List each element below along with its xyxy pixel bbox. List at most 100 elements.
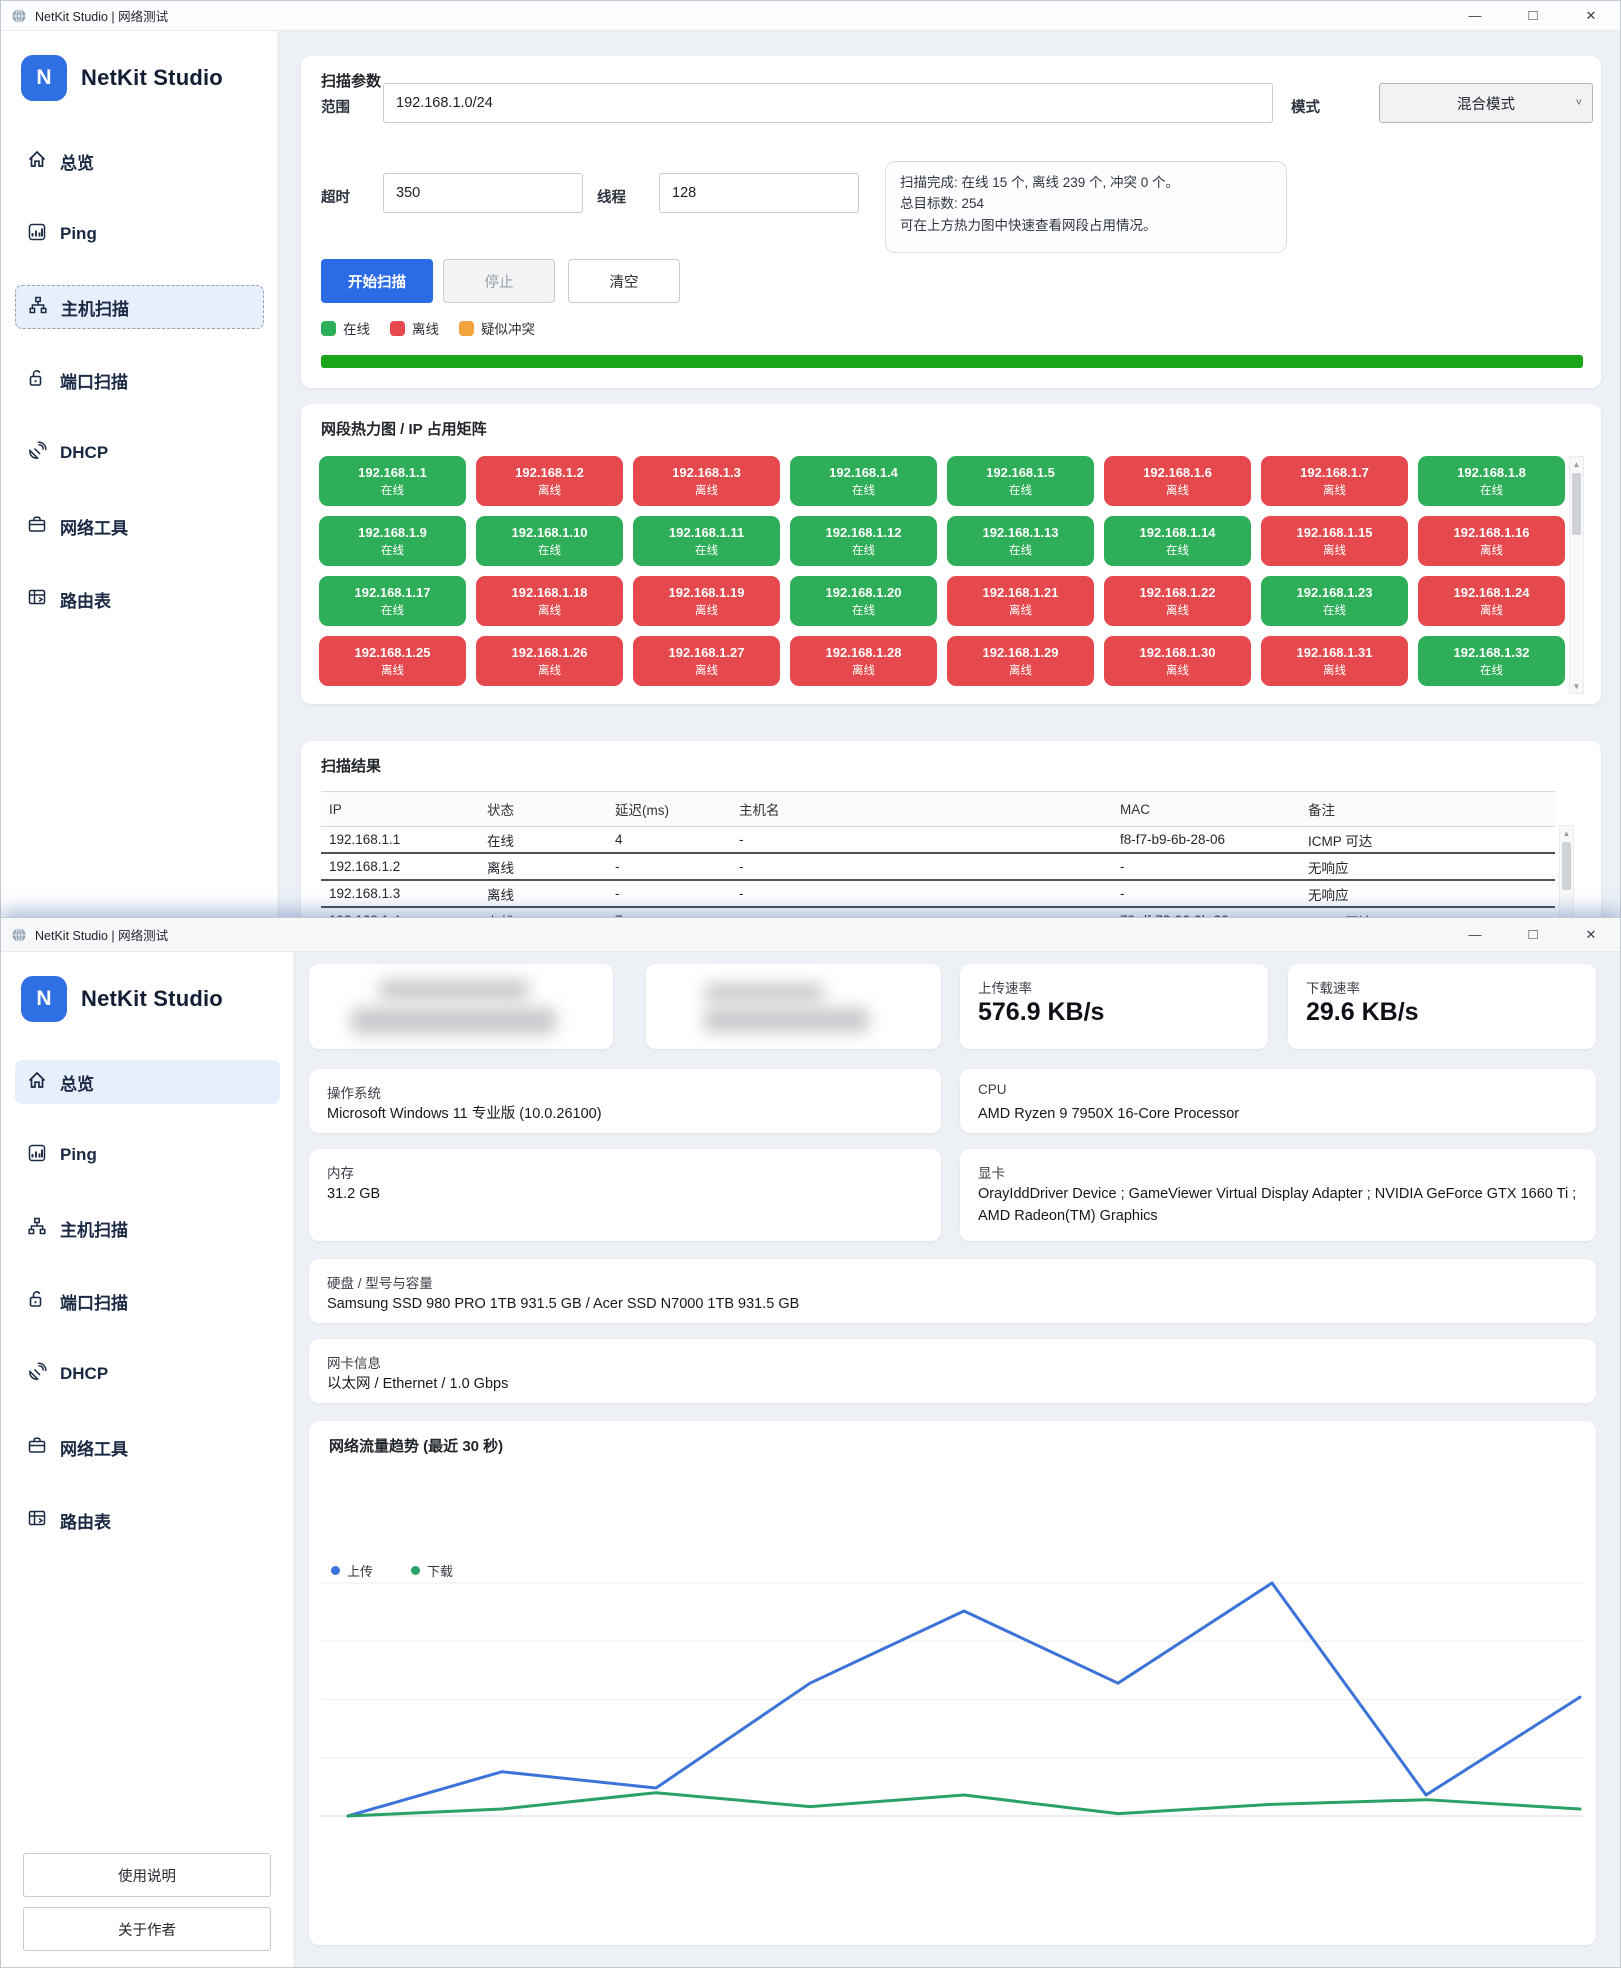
timeout-input[interactable] [383, 173, 583, 213]
sidebar-item-ping[interactable]: Ping [15, 212, 264, 256]
titlebar[interactable]: NetKit Studio | 网络测试 — □ ✕ [1, 1, 1620, 31]
clear-button[interactable]: 清空 [568, 259, 680, 303]
column-header[interactable]: 主机名 [731, 792, 1112, 827]
heatmap-cell[interactable]: 192.168.1.20在线 [790, 576, 937, 626]
scroll-up-icon[interactable]: ▲ [1560, 826, 1573, 840]
heatmap-cell[interactable]: 192.168.1.7离线 [1261, 456, 1408, 506]
column-header[interactable]: 备注 [1300, 792, 1555, 827]
close-button[interactable]: ✕ [1562, 1, 1620, 30]
heatmap-cell-status: 离线 [1480, 602, 1503, 618]
status-legend: 在线 离线 疑似冲突 [321, 318, 555, 338]
heatmap-cell-ip: 192.168.1.30 [1140, 645, 1216, 660]
heatmap-cell[interactable]: 192.168.1.22离线 [1104, 576, 1251, 626]
sidebar-item-label: Ping [60, 1145, 97, 1165]
heatmap-cell[interactable]: 192.168.1.19离线 [633, 576, 780, 626]
scroll-thumb[interactable] [1562, 842, 1571, 890]
maximize-button[interactable]: □ [1504, 918, 1562, 951]
scroll-down-icon[interactable]: ▼ [1570, 679, 1583, 693]
heatmap-cell[interactable]: 192.168.1.11在线 [633, 516, 780, 566]
table-row[interactable]: 192.168.1.3离线---无响应 [321, 880, 1555, 907]
heatmap-cell[interactable]: 192.168.1.26离线 [476, 636, 623, 686]
results-scrollbar[interactable]: ▲ [1559, 825, 1574, 922]
usage-instructions-button[interactable]: 使用说明 [23, 1853, 271, 1897]
heatmap-cell[interactable]: 192.168.1.12在线 [790, 516, 937, 566]
range-input[interactable] [383, 83, 1273, 123]
heatmap-scrollbar[interactable]: ▲ ▼ [1569, 456, 1584, 694]
mode-select[interactable]: 混合模式 ˅ [1379, 83, 1593, 123]
brand-name: NetKit Studio [81, 65, 223, 91]
heatmap-cell[interactable]: 192.168.1.17在线 [319, 576, 466, 626]
sidebar-item-overview[interactable]: 总览 [15, 139, 264, 183]
brand: N NetKit Studio [21, 55, 264, 101]
stop-button[interactable]: 停止 [443, 259, 555, 303]
column-header[interactable]: 状态 [479, 792, 607, 827]
minimize-button[interactable]: — [1446, 1, 1504, 30]
about-author-button[interactable]: 关于作者 [23, 1907, 271, 1951]
heatmap-cell[interactable]: 192.168.1.2离线 [476, 456, 623, 506]
card-title: 扫描结果 [321, 755, 381, 776]
scroll-up-icon[interactable]: ▲ [1570, 457, 1583, 471]
sidebar-item-dhcp[interactable]: DHCP [15, 1352, 280, 1396]
close-button[interactable]: ✕ [1562, 918, 1620, 951]
heatmap-cell-ip: 192.168.1.20 [826, 585, 902, 600]
column-header[interactable]: IP [321, 792, 479, 827]
scan-progress-bar [321, 355, 1583, 368]
table-row[interactable]: 192.168.1.1在线4-f8-f7-b9-6b-28-06ICMP 可达 [321, 827, 1555, 854]
heatmap-cell-ip: 192.168.1.29 [983, 645, 1059, 660]
start-scan-button[interactable]: 开始扫描 [321, 259, 433, 303]
sidebar-item-dhcp[interactable]: DHCP [15, 431, 264, 475]
brand: N NetKit Studio [21, 976, 280, 1022]
scroll-thumb[interactable] [1572, 473, 1581, 535]
heatmap-cell[interactable]: 192.168.1.5在线 [947, 456, 1094, 506]
minimize-button[interactable]: — [1446, 918, 1504, 951]
heatmap-cell[interactable]: 192.168.1.23在线 [1261, 576, 1408, 626]
sidebar-item-port-scan[interactable]: 端口扫描 [15, 358, 264, 402]
column-header[interactable]: 延迟(ms) [607, 792, 731, 827]
heatmap-cell[interactable]: 192.168.1.21离线 [947, 576, 1094, 626]
heatmap-cell[interactable]: 192.168.1.8在线 [1418, 456, 1565, 506]
nic-card: 网卡信息 以太网 / Ethernet / 1.0 Gbps [309, 1339, 1596, 1403]
heatmap-cell[interactable]: 192.168.1.15离线 [1261, 516, 1408, 566]
heatmap-cell[interactable]: 192.168.1.27离线 [633, 636, 780, 686]
heatmap-cell[interactable]: 192.168.1.10在线 [476, 516, 623, 566]
heatmap-cell[interactable]: 192.168.1.30离线 [1104, 636, 1251, 686]
table-cell: ICMP 可达 [1300, 827, 1555, 854]
heatmap-cell[interactable]: 192.168.1.9在线 [319, 516, 466, 566]
heatmap-cell[interactable]: 192.168.1.25离线 [319, 636, 466, 686]
heatmap-cell[interactable]: 192.168.1.6离线 [1104, 456, 1251, 506]
sidebar-item-ping[interactable]: Ping [15, 1133, 280, 1177]
sidebar-item-host-scan[interactable]: 主机扫描 [15, 285, 264, 329]
sidebar-item-port-scan[interactable]: 端口扫描 [15, 1279, 280, 1323]
sidebar-item-network-tools[interactable]: 网络工具 [15, 504, 264, 548]
sidebar-item-host-scan[interactable]: 主机扫描 [15, 1206, 280, 1250]
sidebar: N NetKit Studio 总览 Ping 主机扫描 端口 [1, 31, 279, 921]
heatmap-cell-ip: 192.168.1.7 [1300, 465, 1369, 480]
maximize-button[interactable]: □ [1504, 1, 1562, 30]
table-row[interactable]: 192.168.1.2离线---无响应 [321, 853, 1555, 880]
heatmap-cell[interactable]: 192.168.1.1在线 [319, 456, 466, 506]
heatmap-cell[interactable]: 192.168.1.24 离线 [1418, 576, 1565, 626]
heatmap-cell[interactable]: 192.168.1.29 离线 [947, 636, 1094, 686]
heatmap-cell[interactable]: 192.168.1.28离线 [790, 636, 937, 686]
heatmap-cell-status: 在线 [695, 542, 718, 558]
sidebar-item-route-table[interactable]: 路由表 [15, 577, 264, 621]
home-icon [27, 149, 47, 174]
heatmap-cell[interactable]: 192.168.1.4在线 [790, 456, 937, 506]
heatmap-cell[interactable]: 192.168.1.13在线 [947, 516, 1094, 566]
heatmap-cell[interactable]: 192.168.1.31离线 [1261, 636, 1408, 686]
sidebar-item-route-table[interactable]: 路由表 [15, 1498, 280, 1542]
heatmap-cell[interactable]: 192.168.1.16离线 [1418, 516, 1565, 566]
table-cell: - [607, 853, 731, 880]
sidebar-item-label: 总览 [60, 1070, 94, 1095]
column-header[interactable]: MAC [1112, 792, 1300, 827]
sidebar-item-network-tools[interactable]: 网络工具 [15, 1425, 280, 1469]
heatmap-cell-ip: 192.168.1.24 [1454, 585, 1530, 600]
heatmap-cell[interactable]: 192.168.1.32在线 [1418, 636, 1565, 686]
titlebar[interactable]: NetKit Studio | 网络测试 — □ ✕ [1, 918, 1620, 952]
heatmap-cell[interactable]: 192.168.1.14在线 [1104, 516, 1251, 566]
heatmap-cell-status: 离线 [1009, 662, 1032, 678]
sidebar-item-overview[interactable]: 总览 [15, 1060, 280, 1104]
heatmap-cell[interactable]: 192.168.1.3离线 [633, 456, 780, 506]
threads-input[interactable] [659, 173, 859, 213]
heatmap-cell[interactable]: 192.168.1.18离线 [476, 576, 623, 626]
